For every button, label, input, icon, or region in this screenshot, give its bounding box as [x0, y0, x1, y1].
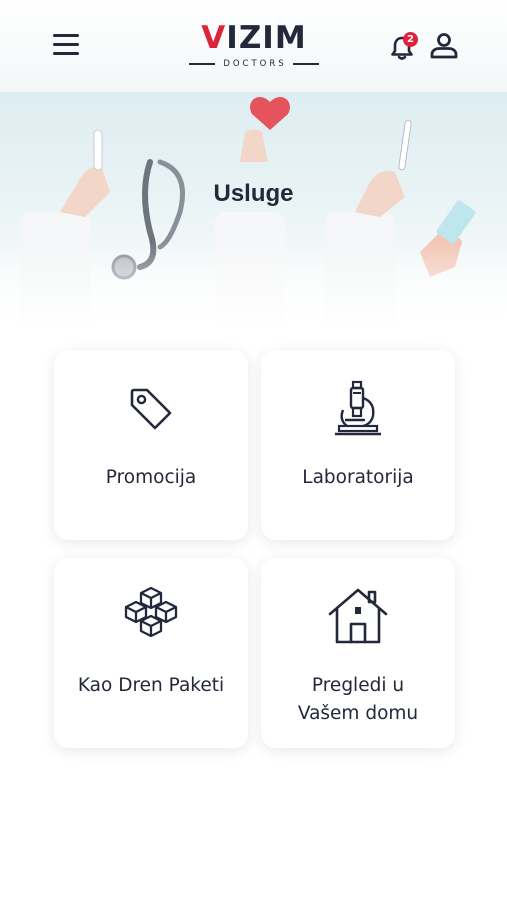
- boxes-icon: [124, 586, 178, 638]
- home-icon: [328, 588, 388, 644]
- service-card-label: Laboratorija: [302, 467, 414, 488]
- notification-badge: 2: [403, 32, 418, 47]
- hero-banner: Usluge: [0, 92, 507, 330]
- logo-subtitle: DOCTORS: [223, 59, 287, 69]
- page-title: Usluge: [213, 180, 294, 207]
- service-card-promocija[interactable]: Promocija: [54, 350, 248, 540]
- service-card-laboratorija[interactable]: Laboratorija: [261, 350, 455, 540]
- menu-icon[interactable]: [50, 28, 84, 62]
- service-card-label-line2: Vašem domu: [297, 703, 419, 724]
- service-card-home-visits[interactable]: Pregledi u Vašem domu: [261, 558, 455, 748]
- vizim-logo[interactable]: VIZIM DOCTORS: [178, 20, 330, 72]
- service-card-paketi[interactable]: Kao Dren Paketi: [54, 558, 248, 748]
- service-card-label: Promocija: [105, 467, 197, 488]
- tag-icon: [130, 388, 172, 430]
- logo-wordmark: VIZIM: [201, 20, 307, 56]
- microscope-icon: [335, 380, 381, 436]
- service-card-label-line1: Pregledi u: [311, 675, 405, 696]
- service-card-label: Kao Dren Paketi: [77, 675, 225, 696]
- user-profile-icon[interactable]: [428, 30, 460, 62]
- app-header: VIZIM DOCTORS 2: [0, 0, 507, 92]
